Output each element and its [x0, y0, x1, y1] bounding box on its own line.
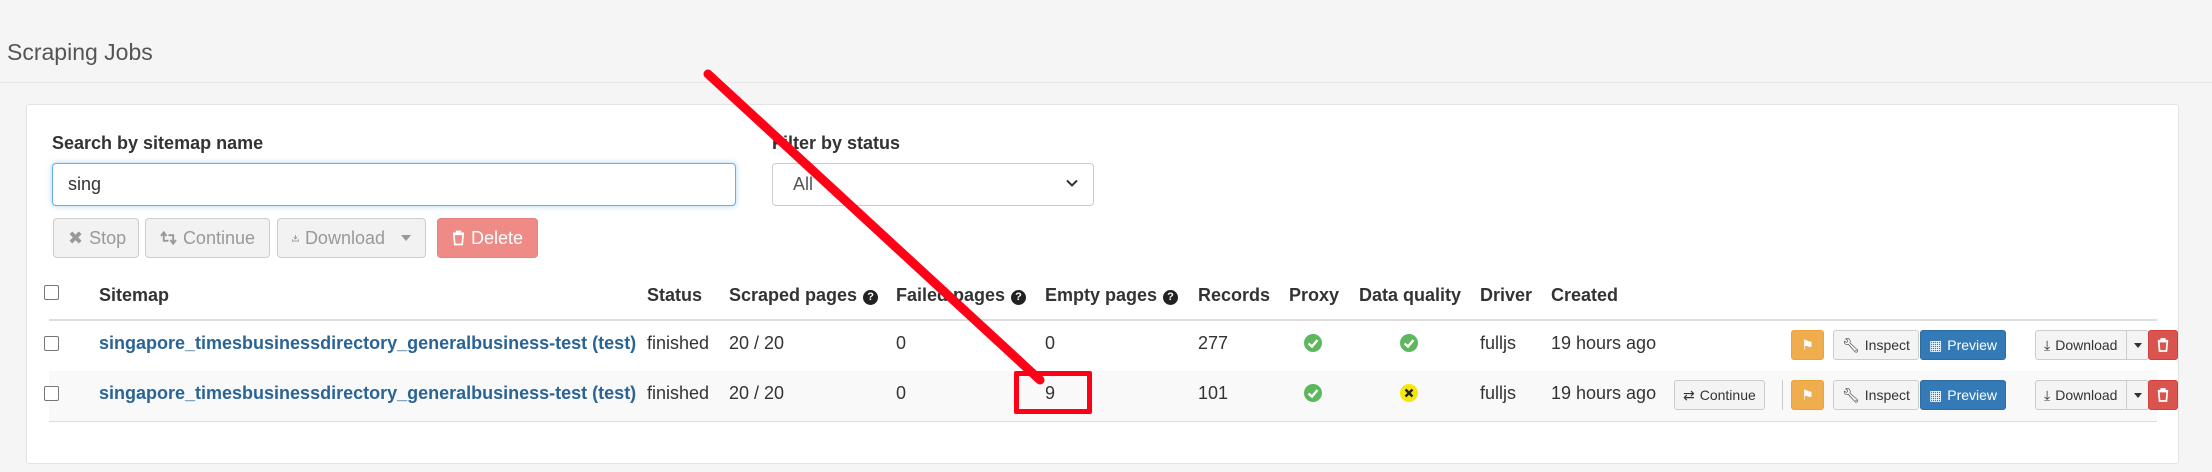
row-records: 101: [1198, 383, 1229, 403]
page-title: Scraping Jobs: [7, 39, 153, 66]
preview-button[interactable]: ▦ Preview: [1920, 330, 2007, 360]
row-created: 19 hours ago: [1551, 333, 1657, 353]
flag-button[interactable]: ⚑: [1791, 380, 1824, 410]
row-checkbox[interactable]: [44, 386, 59, 401]
trash-icon: [2157, 388, 2169, 402]
status-filter-label: Filter by status: [772, 133, 901, 153]
check-circle-icon: [1400, 334, 1418, 352]
inspect-label: Inspect: [1864, 337, 1910, 353]
col-created[interactable]: Created: [1551, 285, 1618, 306]
download-row-button[interactable]: ⤓ Download: [2035, 330, 2150, 360]
delete-button-label: Delete: [470, 227, 523, 248]
row-created: 19 hours ago: [1551, 383, 1657, 403]
question-icon[interactable]: ?: [863, 289, 879, 305]
inspect-label: Inspect: [1864, 387, 1910, 403]
col-empty-label: Empty pages: [1045, 285, 1158, 305]
sitemap-link[interactable]: singapore_timesbusinessdirectory_general…: [99, 383, 636, 404]
annotation-highlight-box: [1014, 371, 1092, 414]
warning-circle-icon: [1400, 384, 1418, 402]
retweet-icon: [160, 231, 177, 245]
retweet-icon: ⇄: [1683, 386, 1695, 403]
flag-icon: ⚑: [1801, 336, 1814, 353]
delete-row-button[interactable]: [2148, 380, 2178, 410]
col-failed-label: Failed pages: [896, 285, 1006, 305]
col-scraped-label: Scraped pages: [729, 285, 858, 305]
flag-icon: ⚑: [1801, 386, 1814, 403]
row-records: 277: [1198, 333, 1229, 353]
col-driver[interactable]: Driver: [1480, 285, 1532, 306]
chevron-down-icon: [1066, 179, 1078, 187]
continue-button-label: Continue: [182, 227, 255, 248]
search-input[interactable]: [52, 163, 736, 206]
search-label: Search by sitemap name: [52, 133, 264, 153]
col-data-quality[interactable]: Data quality: [1359, 285, 1461, 306]
delete-button[interactable]: Delete: [437, 218, 538, 258]
select-all-checkbox[interactable]: [44, 285, 59, 300]
download-dropdown-button[interactable]: Download: [277, 218, 426, 258]
preview-label: Preview: [1947, 337, 1998, 353]
preview-button[interactable]: ▦ Preview: [1920, 380, 2007, 410]
download-row-label: Download: [2055, 337, 2118, 353]
chevron-down-icon: [401, 235, 411, 241]
row-failed: 0: [896, 383, 907, 403]
row-divider: [49, 421, 2157, 422]
stop-button-label: Stop: [89, 227, 127, 248]
row-scraped: 20 / 20: [729, 383, 785, 403]
download-icon: ⤓: [2044, 386, 2051, 403]
table-icon: ▦: [1929, 386, 1943, 403]
col-status[interactable]: Status: [647, 285, 702, 306]
download-button-label: Download: [304, 227, 385, 248]
wrench-icon: 🔧︎: [1842, 386, 1860, 403]
col-proxy[interactable]: Proxy: [1289, 285, 1339, 306]
col-records[interactable]: Records: [1198, 285, 1270, 306]
continue-row-label: Continue: [1699, 387, 1756, 403]
preview-label: Preview: [1947, 387, 1998, 403]
col-scraped-pages[interactable]: Scraped pages?: [729, 285, 879, 306]
row-empty: 0: [1045, 333, 1056, 353]
col-failed-pages[interactable]: Failed pages?: [896, 285, 1027, 306]
trash-icon: [2157, 338, 2169, 352]
row-checkbox[interactable]: [44, 336, 59, 351]
continue-row-button[interactable]: ⇄ Continue: [1674, 380, 1765, 410]
row-failed: 0: [896, 333, 907, 353]
download-icon: [292, 234, 299, 242]
continue-button[interactable]: Continue: [145, 218, 270, 258]
status-filter-select[interactable]: All: [772, 163, 1094, 206]
times-icon: ✖: [68, 227, 84, 248]
col-empty-pages[interactable]: Empty pages?: [1045, 285, 1179, 306]
row-driver: fulljs: [1480, 383, 1517, 403]
status-filter-value: All: [793, 174, 814, 194]
check-circle-icon: [1304, 384, 1322, 402]
chevron-down-icon[interactable]: [2126, 330, 2148, 360]
check-circle-icon: [1304, 334, 1322, 352]
flag-button[interactable]: ⚑: [1791, 330, 1824, 360]
question-icon[interactable]: ?: [1163, 289, 1179, 305]
row-status: finished: [647, 333, 710, 353]
wrench-icon: 🔧︎: [1842, 336, 1860, 353]
row-driver: fulljs: [1480, 333, 1517, 353]
download-row-button[interactable]: ⤓ Download: [2035, 380, 2150, 410]
inspect-button[interactable]: 🔧︎ Inspect: [1833, 330, 1919, 360]
stop-button[interactable]: ✖ Stop: [53, 218, 139, 258]
action-separator: [1782, 380, 1783, 410]
jobs-panel: Search by sitemap name Filter by status …: [26, 104, 2179, 464]
download-icon: ⤓: [2044, 336, 2051, 353]
question-icon[interactable]: ?: [1011, 289, 1027, 305]
row-scraped: 20 / 20: [729, 333, 785, 353]
sitemap-link[interactable]: singapore_timesbusinessdirectory_general…: [99, 333, 636, 354]
chevron-down-icon[interactable]: [2126, 380, 2148, 410]
delete-row-button[interactable]: [2148, 330, 2178, 360]
download-row-label: Download: [2055, 387, 2118, 403]
header-divider: [49, 319, 2157, 321]
col-sitemap[interactable]: Sitemap: [99, 285, 169, 306]
trash-icon: [452, 230, 465, 246]
inspect-button[interactable]: 🔧︎ Inspect: [1833, 380, 1919, 410]
header-divider: [0, 82, 2212, 83]
row-status: finished: [647, 383, 710, 403]
table-icon: ▦: [1929, 336, 1943, 353]
